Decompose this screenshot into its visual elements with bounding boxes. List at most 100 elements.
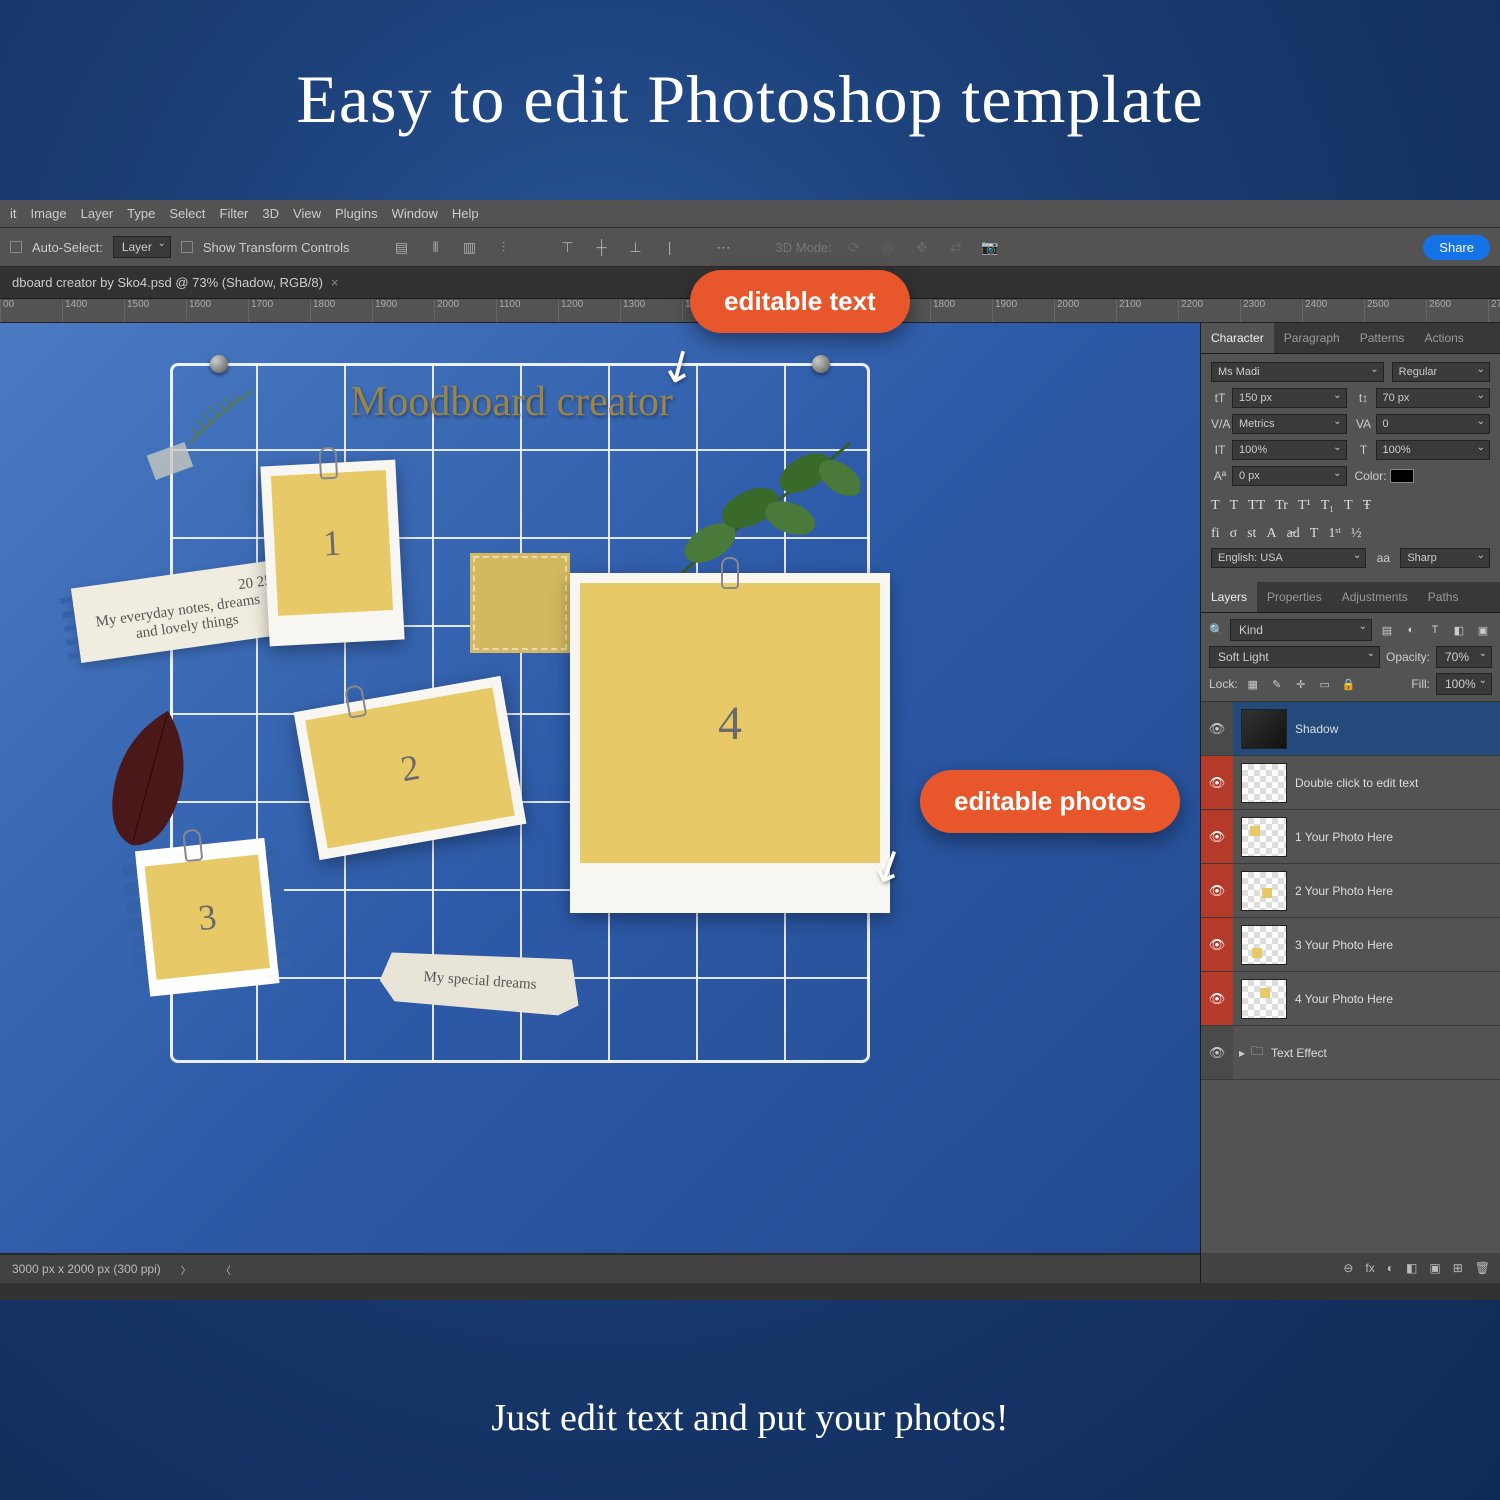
lock-paint-icon[interactable]: ✎ [1268, 676, 1286, 692]
layer-row[interactable]: 👁1 Your Photo Here [1201, 810, 1500, 864]
type-style-button[interactable]: T [1344, 498, 1353, 514]
tab-character[interactable]: Character [1201, 323, 1274, 353]
menu-select[interactable]: Select [169, 206, 205, 221]
tab-layers[interactable]: Layers [1201, 582, 1257, 612]
layer-action-icon[interactable]: ◐ [1387, 1261, 1394, 1275]
tab-patterns[interactable]: Patterns [1350, 323, 1415, 353]
antialias-dropdown[interactable]: Sharp [1400, 548, 1490, 568]
type-style-button[interactable]: 1ˢᵗ [1328, 526, 1341, 542]
font-style-dropdown[interactable]: Regular [1392, 362, 1490, 382]
type-style-button[interactable]: A [1266, 526, 1276, 542]
layer-visibility-toggle[interactable]: 👁 [1201, 702, 1233, 755]
tab-actions[interactable]: Actions [1414, 323, 1473, 353]
document-tab[interactable]: dboard creator by Sko4.psd @ 73% (Shadow… [12, 275, 339, 290]
menu-image[interactable]: Image [31, 206, 67, 221]
3d-orbit-icon[interactable]: ⟳ [842, 235, 866, 259]
type-style-button[interactable]: T [1310, 526, 1319, 542]
3d-camera-icon[interactable]: 📷 [978, 235, 1002, 259]
filter-smart-icon[interactable]: ▣ [1474, 622, 1492, 638]
lock-artboard-icon[interactable]: ▭ [1316, 676, 1334, 692]
distribute-vcenter-icon[interactable]: ┼ [590, 235, 614, 259]
menu-it[interactable]: it [10, 206, 17, 221]
layer-visibility-toggle[interactable]: 👁 [1201, 864, 1233, 917]
transform-checkbox[interactable] [181, 241, 193, 253]
menu-layer[interactable]: Layer [81, 206, 114, 221]
layer-row[interactable]: 👁2 Your Photo Here [1201, 864, 1500, 918]
type-style-button[interactable]: Ŧ [1363, 498, 1372, 514]
distribute-top-icon[interactable]: ⊤ [556, 235, 580, 259]
menu-plugins[interactable]: Plugins [335, 206, 378, 221]
tracking-dropdown[interactable]: 0 [1376, 414, 1491, 434]
3d-pan-icon[interactable]: ✥ [910, 235, 934, 259]
layer-thumbnail[interactable] [1241, 817, 1287, 857]
menu-window[interactable]: Window [392, 206, 438, 221]
autoselect-checkbox[interactable] [10, 241, 22, 253]
type-style-button[interactable]: fi [1211, 526, 1220, 542]
filter-shape-icon[interactable]: ◧ [1450, 622, 1468, 638]
layer-action-icon[interactable]: fx [1365, 1261, 1374, 1275]
layer-row[interactable]: 👁3 Your Photo Here [1201, 918, 1500, 972]
chevron-right-icon[interactable]: 〉 [181, 1262, 191, 1277]
menu-help[interactable]: Help [452, 206, 479, 221]
layer-row[interactable]: 👁▸🗀Text Effect [1201, 1026, 1500, 1080]
layer-visibility-toggle[interactable]: 👁 [1201, 972, 1233, 1025]
layer-action-icon[interactable]: 🗑 [1475, 1261, 1490, 1275]
lock-position-icon[interactable]: ✛ [1292, 676, 1310, 692]
layer-row[interactable]: 👁4 Your Photo Here [1201, 972, 1500, 1026]
layer-thumbnail[interactable] [1241, 925, 1287, 965]
blend-mode-dropdown[interactable]: Soft Light [1209, 646, 1380, 668]
type-style-button[interactable]: ½ [1351, 526, 1362, 542]
align-left-icon[interactable]: ▤ [390, 235, 414, 259]
layer-action-icon[interactable]: ▣ [1429, 1261, 1440, 1275]
close-icon[interactable]: × [331, 275, 339, 290]
layer-thumbnail[interactable] [1241, 979, 1287, 1019]
vscale-field[interactable]: 100% [1232, 440, 1347, 460]
layer-action-icon[interactable]: ⊞ [1453, 1261, 1463, 1275]
kerning-dropdown[interactable]: Metrics [1232, 414, 1347, 434]
layer-row[interactable]: 👁Shadow [1201, 702, 1500, 756]
align-right-icon[interactable]: ▥ [458, 235, 482, 259]
distribute-left-icon[interactable]: | [658, 235, 682, 259]
3d-roll-icon[interactable]: ◎ [876, 235, 900, 259]
layer-visibility-toggle[interactable]: 👁 [1201, 1026, 1233, 1079]
filter-kind-dropdown[interactable]: Kind [1230, 619, 1372, 641]
lock-all-icon[interactable]: 🔒 [1340, 676, 1358, 692]
3d-slide-icon[interactable]: ⇄ [944, 235, 968, 259]
layer-visibility-toggle[interactable]: 👁 [1201, 918, 1233, 971]
layer-thumbnail[interactable] [1241, 709, 1287, 749]
fill-field[interactable]: 100% [1436, 673, 1492, 695]
font-size-dropdown[interactable]: 150 px [1232, 388, 1347, 408]
type-style-button[interactable]: TT [1248, 498, 1265, 514]
filter-adjust-icon[interactable]: ◐ [1402, 622, 1420, 638]
type-style-button[interactable]: T [1211, 498, 1220, 514]
tab-adjustments[interactable]: Adjustments [1332, 582, 1418, 612]
hscale-field[interactable]: 100% [1376, 440, 1491, 460]
layer-thumbnail[interactable] [1241, 763, 1287, 803]
type-style-button[interactable]: a̶d [1287, 526, 1300, 542]
align-center-h-icon[interactable]: ⫴ [424, 235, 448, 259]
type-style-button[interactable]: T [1230, 498, 1239, 514]
layer-visibility-toggle[interactable]: 👁 [1201, 810, 1233, 863]
chevron-right-icon[interactable]: ▸ [1239, 1046, 1245, 1060]
leading-dropdown[interactable]: 70 px [1376, 388, 1491, 408]
filter-pixel-icon[interactable]: ▤ [1378, 622, 1396, 638]
tab-properties[interactable]: Properties [1257, 582, 1332, 612]
menu-filter[interactable]: Filter [220, 206, 249, 221]
menu-type[interactable]: Type [127, 206, 155, 221]
tab-paths[interactable]: Paths [1418, 582, 1469, 612]
type-style-button[interactable]: T₁ [1321, 498, 1334, 514]
chevron-left-icon[interactable]: 〈 [221, 1262, 231, 1277]
distribute-bottom-icon[interactable]: ⊥ [624, 235, 648, 259]
type-style-button[interactable]: Tr [1275, 498, 1288, 514]
layer-visibility-toggle[interactable]: 👁 [1201, 756, 1233, 809]
layer-row[interactable]: 👁Double click to edit text [1201, 756, 1500, 810]
layer-thumbnail[interactable] [1241, 871, 1287, 911]
lock-transparent-icon[interactable]: ▦ [1244, 676, 1262, 692]
more-icon[interactable]: ⋯ [712, 235, 736, 259]
font-family-dropdown[interactable]: Ms Madi [1211, 362, 1384, 382]
type-style-button[interactable]: σ [1230, 526, 1238, 542]
layer-action-icon[interactable]: ◧ [1406, 1261, 1417, 1275]
text-color-swatch[interactable] [1390, 469, 1414, 483]
opacity-field[interactable]: 70% [1436, 646, 1492, 668]
baseline-field[interactable]: 0 px [1232, 466, 1347, 486]
